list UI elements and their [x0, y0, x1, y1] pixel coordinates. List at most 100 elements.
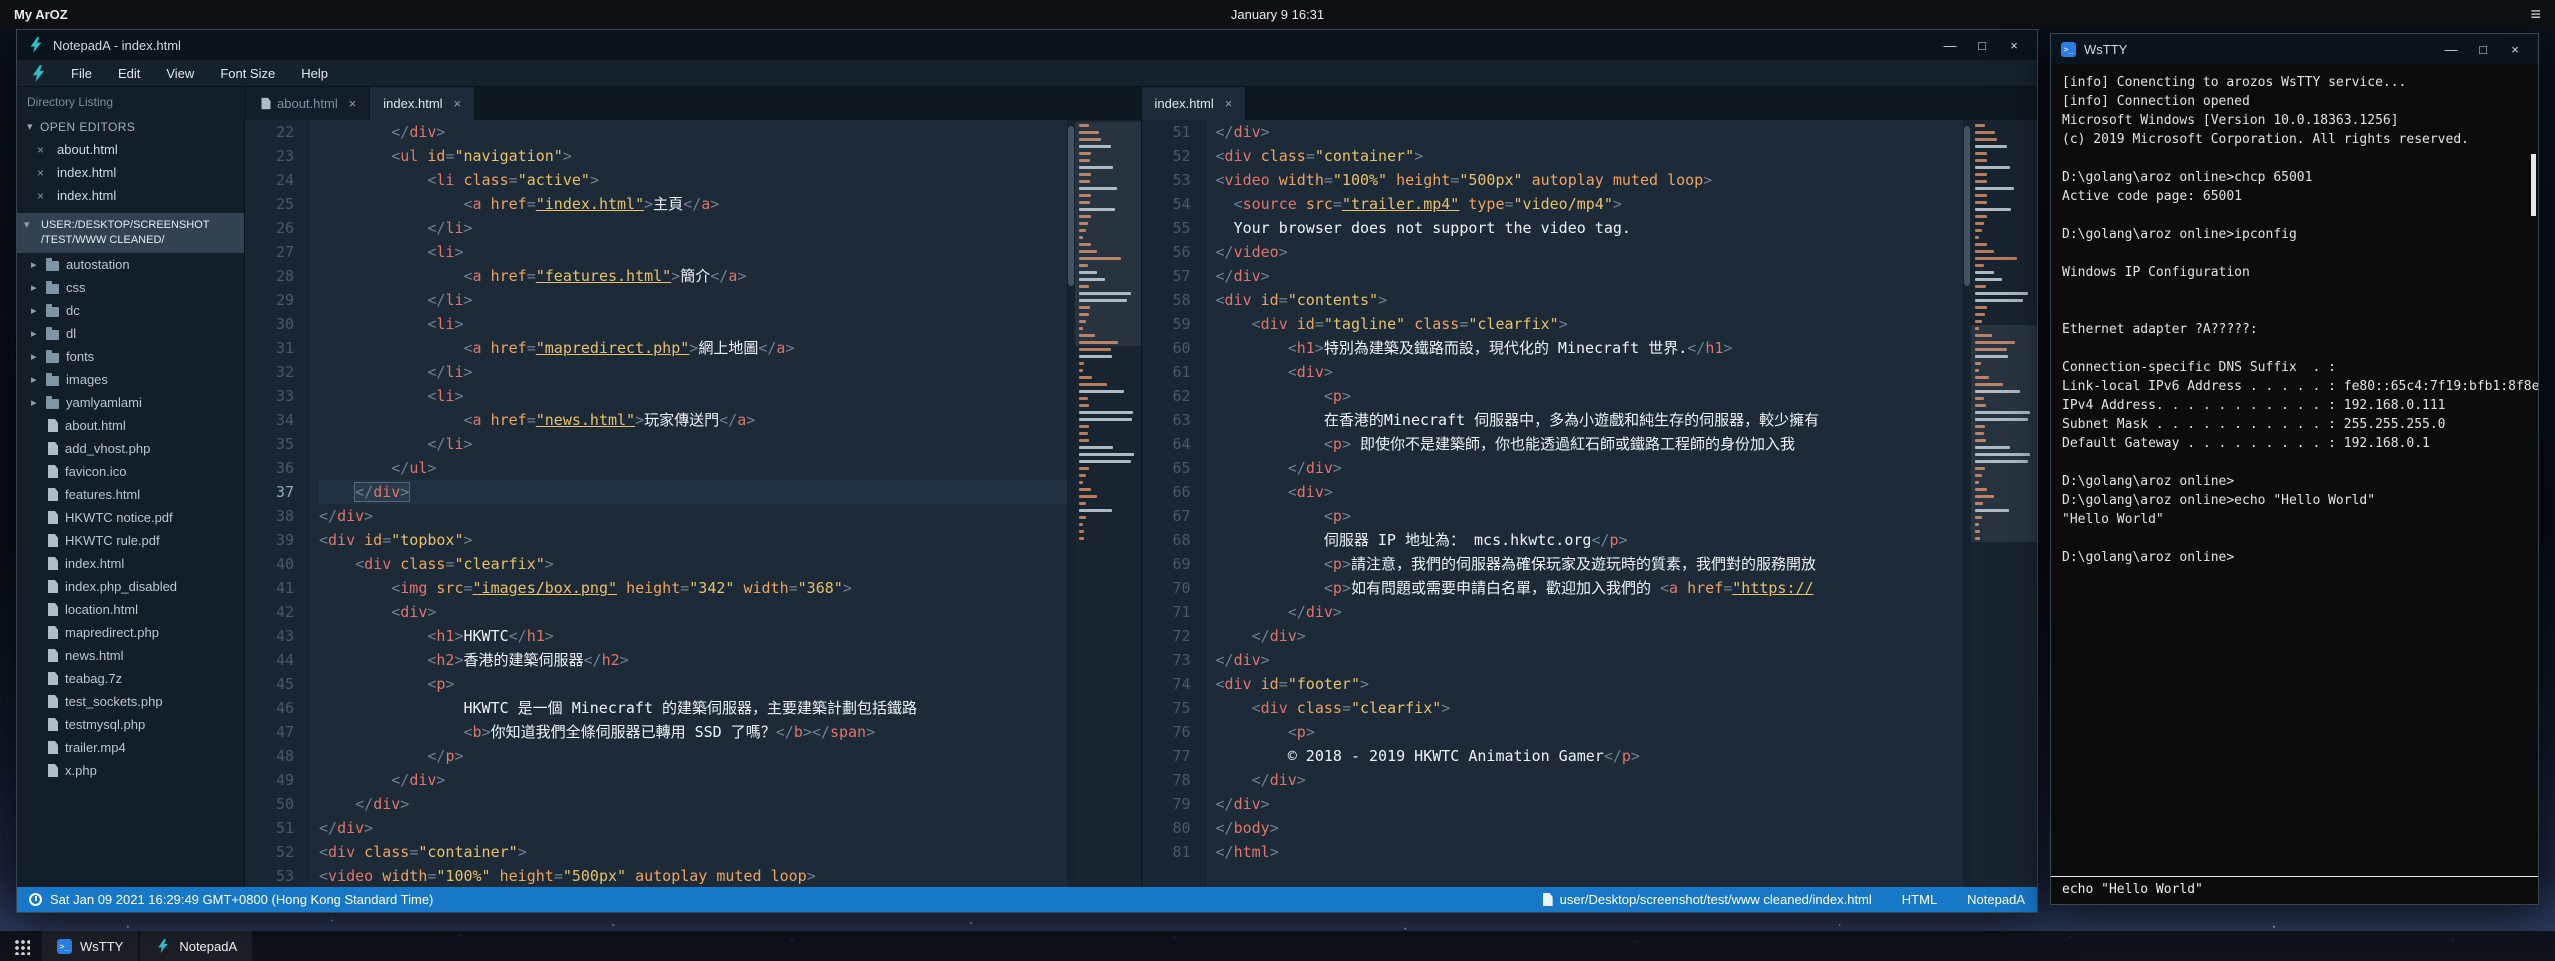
minimap-viewport[interactable] — [1971, 325, 2037, 542]
code-line: <li> — [319, 312, 1067, 336]
minimap-viewport[interactable] — [1075, 122, 1141, 346]
code-token: > — [1342, 555, 1351, 573]
line-number: 79 — [1142, 792, 1191, 816]
menu-file[interactable]: File — [58, 60, 105, 86]
folder-item[interactable]: ▸images — [17, 368, 244, 391]
code-line: </div> — [1216, 648, 1964, 672]
close-icon[interactable]: × — [1225, 96, 1233, 111]
open-editor-item[interactable]: ×index.html — [17, 184, 244, 207]
scrollbar-thumb[interactable] — [1964, 126, 1970, 286]
code-token: source — [1243, 195, 1297, 213]
code-content[interactable]: </div><div class="container"><video widt… — [1216, 120, 1964, 864]
minimize-button[interactable]: — — [2438, 39, 2464, 59]
notepada-main: Directory Listing ▾ OPEN EDITORS ×about.… — [17, 87, 2037, 887]
code-editor[interactable]: 5152535455565758596061626364656667686970… — [1142, 120, 2038, 887]
terminal-scrollbar[interactable] — [2531, 154, 2536, 216]
maximize-button[interactable]: □ — [1969, 35, 1995, 55]
terminal-line: D:\golang\aroz online> — [2062, 472, 2527, 491]
code-token: > — [710, 195, 719, 213]
file-item[interactable]: add_vhost.php — [17, 437, 244, 460]
file-item[interactable]: features.html — [17, 483, 244, 506]
close-icon[interactable]: × — [349, 96, 357, 111]
minimap-mark — [1975, 243, 1987, 246]
code-token: span — [830, 723, 866, 741]
terminal-line: Windows IP Configuration — [2062, 263, 2527, 282]
file-item[interactable]: index.html — [17, 552, 244, 575]
folder-item[interactable]: ▸yamlyamlami — [17, 391, 244, 414]
file-list: about.htmladd_vhost.phpfavicon.icofeatur… — [17, 414, 244, 782]
file-icon — [48, 534, 58, 547]
scrollbar-thumb[interactable] — [1068, 126, 1074, 286]
status-filepath[interactable]: user/Desktop/screenshot/test/www cleaned… — [1560, 892, 1872, 907]
taskbar-item-notepada[interactable]: NotepadA — [140, 931, 252, 961]
menu-edit[interactable]: Edit — [105, 60, 153, 86]
hamburger-menu-icon[interactable]: ≡ — [2530, 4, 2541, 25]
line-number: 49 — [245, 768, 294, 792]
close-button[interactable]: × — [2502, 39, 2528, 59]
status-language[interactable]: HTML — [1902, 892, 1937, 907]
folder-item[interactable]: ▸fonts — [17, 345, 244, 368]
code-token — [355, 531, 364, 549]
file-item[interactable]: HKWTC rule.pdf — [17, 529, 244, 552]
folder-item[interactable]: ▸css — [17, 276, 244, 299]
editor-scrollbar[interactable] — [1963, 120, 1971, 887]
file-item[interactable]: about.html — [17, 414, 244, 437]
line-number: 50 — [245, 792, 294, 816]
notepada-titlebar[interactable]: NotepadA - index.html — □ × — [17, 30, 2037, 60]
wstty-titlebar[interactable]: >_ WsTTY — □ × — [2051, 34, 2538, 64]
code-token: div — [337, 507, 364, 525]
close-icon[interactable]: × — [37, 189, 52, 203]
minimap-mark — [1975, 138, 1997, 141]
file-item[interactable]: mapredirect.php — [17, 621, 244, 644]
workspace-folder-header[interactable]: ▾ USER:/DESKTOP/SCREENSHOT /TEST/WWW CLE… — [17, 213, 244, 253]
code-editor[interactable]: 2223242526272829303132333435363738394041… — [245, 120, 1141, 887]
app-launcher-button[interactable] — [0, 931, 42, 961]
file-item[interactable]: testmysql.php — [17, 713, 244, 736]
file-item[interactable]: index.php_disabled — [17, 575, 244, 598]
folder-item[interactable]: ▸autostation — [17, 253, 244, 276]
file-item[interactable]: x.php — [17, 759, 244, 782]
code-line: </ul> — [319, 456, 1067, 480]
open-editor-item[interactable]: ×about.html — [17, 138, 244, 161]
file-item[interactable]: location.html — [17, 598, 244, 621]
editor-scrollbar[interactable] — [1067, 120, 1075, 887]
code-token: > — [464, 531, 473, 549]
menu-font-size[interactable]: Font Size — [207, 60, 288, 86]
minimap[interactable] — [1075, 120, 1141, 887]
file-item[interactable]: teabag.7z — [17, 667, 244, 690]
maximize-button[interactable]: □ — [2470, 39, 2496, 59]
code-token: </ — [719, 411, 737, 429]
close-button[interactable]: × — [2001, 35, 2027, 55]
minimap[interactable] — [1971, 120, 2037, 887]
code-token: 香港的建築伺服器 — [464, 651, 584, 669]
file-item[interactable]: trailer.mp4 — [17, 736, 244, 759]
code-token: > — [620, 651, 629, 669]
open-editors-header[interactable]: ▾ OPEN EDITORS — [17, 115, 244, 138]
close-icon[interactable]: × — [37, 166, 52, 180]
code-token: > — [464, 219, 473, 237]
folder-item[interactable]: ▸dc — [17, 299, 244, 322]
tab-index.html[interactable]: index.html× — [1142, 87, 1247, 120]
minimize-button[interactable]: — — [1937, 35, 1963, 55]
code-line: <div id="footer"> — [1216, 672, 1964, 696]
code-token: </ — [1216, 267, 1234, 285]
taskbar-item-wstty[interactable]: >_WsTTY — [42, 931, 138, 961]
menu-help[interactable]: Help — [288, 60, 341, 86]
tab-about.html[interactable]: about.html× — [245, 87, 370, 120]
close-icon[interactable]: × — [454, 96, 462, 111]
code-token: id — [364, 531, 382, 549]
file-item[interactable]: HKWTC notice.pdf — [17, 506, 244, 529]
tab-index.html[interactable]: index.html× — [370, 87, 475, 120]
menu-view[interactable]: View — [153, 60, 207, 86]
code-token — [454, 171, 463, 189]
file-item[interactable]: news.html — [17, 644, 244, 667]
close-icon[interactable]: × — [37, 143, 52, 157]
folder-item[interactable]: ▸dl — [17, 322, 244, 345]
code-line: <div id="contents"> — [1216, 288, 1964, 312]
terminal-input[interactable]: echo "Hello World" — [2051, 876, 2538, 904]
terminal-output[interactable]: [info] Conencting to arozos WsTTY servic… — [2051, 64, 2538, 876]
file-item[interactable]: test_sockets.php — [17, 690, 244, 713]
code-content[interactable]: </div> <ul id="navigation"> <li class="a… — [319, 120, 1067, 887]
file-item[interactable]: favicon.ico — [17, 460, 244, 483]
open-editor-item[interactable]: ×index.html — [17, 161, 244, 184]
